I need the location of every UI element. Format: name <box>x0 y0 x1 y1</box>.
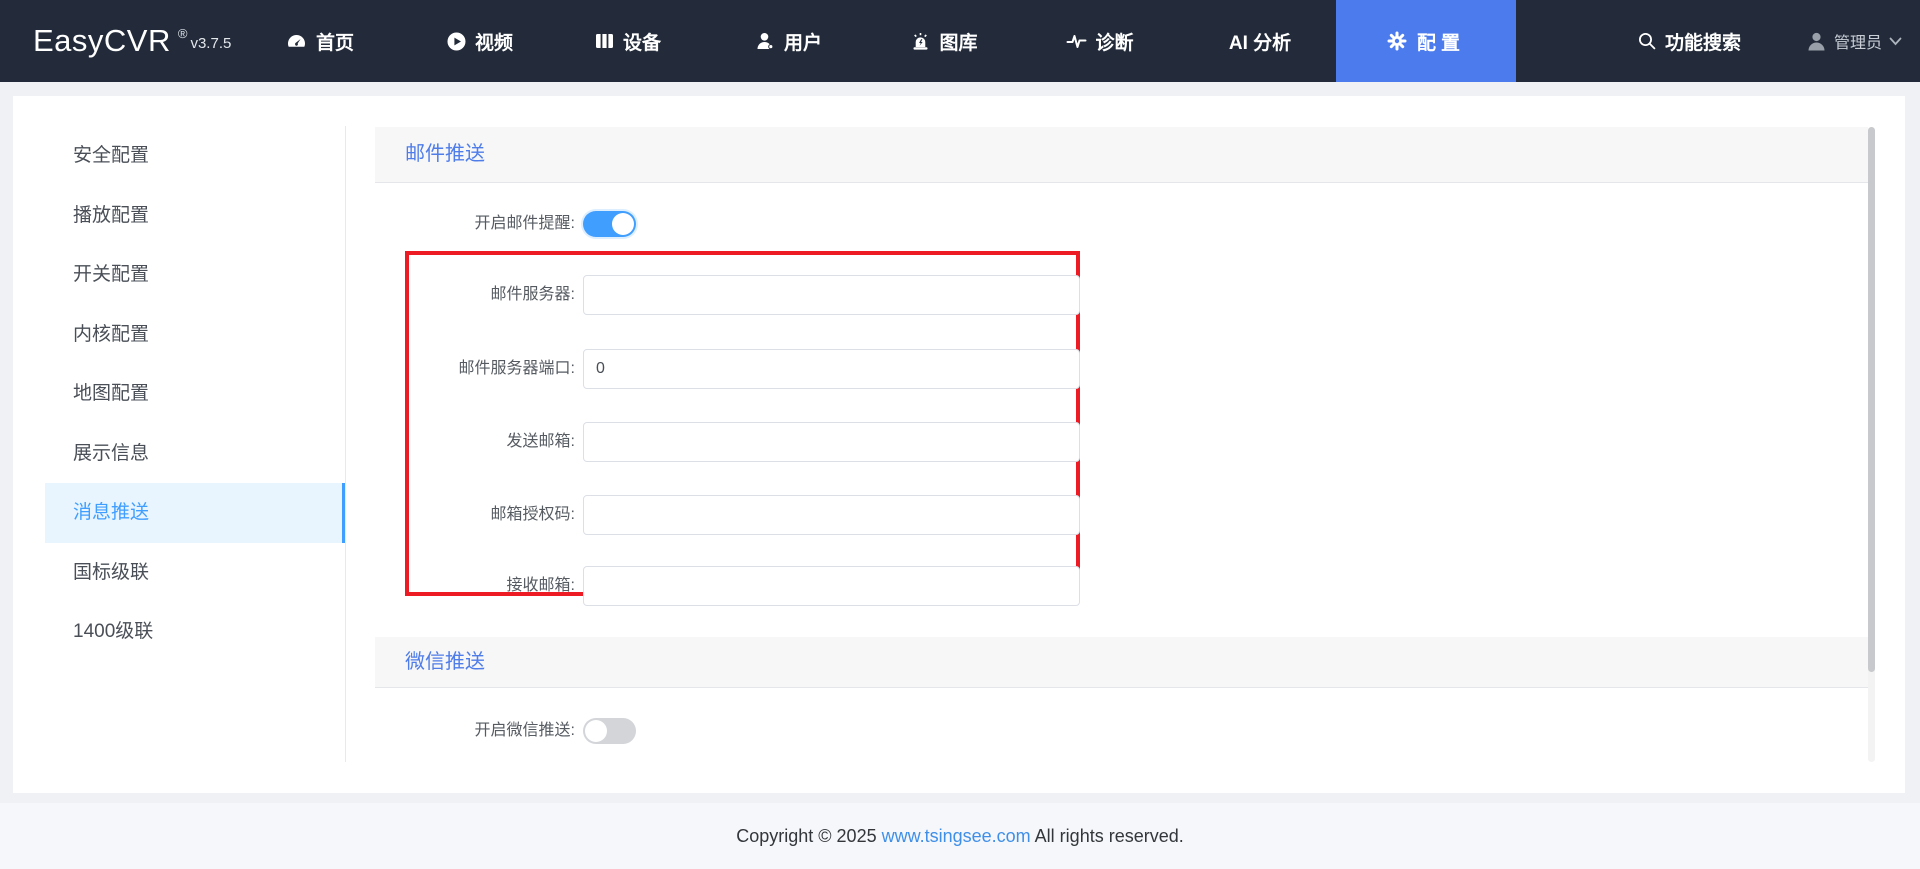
nav-item-diagnosis[interactable]: 诊断 <box>1066 0 1134 82</box>
content-scrollbar-thumb[interactable] <box>1868 127 1875 672</box>
nav-item-device[interactable]: 设备 <box>595 0 661 82</box>
content-scrollbar-track <box>1868 127 1875 762</box>
footer-copyright-post: All rights reserved. <box>1030 826 1184 846</box>
sidebar-item-map[interactable]: 地图配置 <box>45 364 346 424</box>
receive-mail-label: 接收邮箱: <box>506 577 575 594</box>
play-icon <box>447 32 466 50</box>
app-logo-text: EasyCVR <box>33 23 171 58</box>
sidebar-divider <box>345 126 346 762</box>
nav-item-gallery[interactable]: 图库 <box>910 0 978 82</box>
device-icon <box>595 34 613 48</box>
sidebar-item-gb-cascade[interactable]: 国标级联 <box>45 543 346 603</box>
app-logo: EasyCVR ® v3.7.5 <box>33 0 231 82</box>
wechat-push-toggle[interactable] <box>583 718 636 744</box>
section-title-text: 邮件推送 <box>405 143 485 165</box>
sidebar-item-message-push-active[interactable]: 消息推送 <box>45 483 346 543</box>
top-navbar: EasyCVR ® v3.7.5 首页 视频 设备 用户 图库 诊断 AI 分析… <box>0 0 1920 82</box>
send-mail-label: 发送邮箱: <box>506 433 575 450</box>
function-search[interactable]: 功能搜索 <box>1638 0 1741 82</box>
nav-item-label: 用户 <box>783 32 823 54</box>
gear-icon <box>1387 31 1407 51</box>
mail-authcode-input[interactable] <box>583 495 1080 535</box>
main-panel: 安全配置 播放配置 开关配置 内核配置 地图配置 展示信息 消息推送 国标级联 … <box>13 96 1905 793</box>
sidebar-item-security[interactable]: 安全配置 <box>45 126 346 186</box>
siren-icon <box>913 32 928 50</box>
search-icon <box>1639 33 1656 50</box>
wechat-toggle-label: 开启微信推送: <box>474 722 575 739</box>
nav-item-home[interactable]: 首页 <box>286 0 354 82</box>
toggle-knob <box>585 720 607 742</box>
nav-item-label: 诊断 <box>1095 32 1134 54</box>
chevron-down-icon <box>1889 37 1902 45</box>
mail-port-input[interactable] <box>583 349 1080 389</box>
section-title-text: 微信推送 <box>405 651 485 673</box>
nav-item-label: 首页 <box>315 32 355 54</box>
mail-port-label: 邮件服务器端口: <box>458 360 575 377</box>
send-mail-input[interactable] <box>583 422 1080 462</box>
user-icon <box>757 32 774 49</box>
gauge-icon <box>287 35 305 47</box>
toggle-knob <box>612 213 634 235</box>
nav-item-label: AI 分析 <box>1228 32 1292 54</box>
nav-item-user[interactable]: 用户 <box>756 0 822 82</box>
search-label: 功能搜索 <box>1665 32 1742 54</box>
nav-item-label: 配置 <box>1416 32 1465 54</box>
section-title-email-push: 邮件推送 <box>375 127 1868 183</box>
sidebar-item-1400-cascade[interactable]: 1400级联 <box>45 602 346 662</box>
sidebar-item-kernel[interactable]: 内核配置 <box>45 305 346 365</box>
footer-copyright: Copyright © 2025 www.tsingsee.com All ri… <box>0 826 1920 847</box>
user-menu[interactable]: 管理员 <box>1806 0 1902 82</box>
footer-copyright-pre: Copyright © 2025 <box>736 826 882 846</box>
nav-item-label: 视频 <box>474 32 514 54</box>
app-version: v3.7.5 <box>190 34 232 52</box>
user-label: 管理员 <box>1834 35 1883 52</box>
nav-item-ai-analysis[interactable]: AI 分析 <box>1229 0 1291 82</box>
nav-item-config-active[interactable]: 配置 <box>1336 0 1516 82</box>
footer-link[interactable]: www.tsingsee.com <box>882 826 1031 846</box>
mail-server-label: 邮件服务器: <box>490 286 575 303</box>
mail-authcode-label: 邮箱授权码: <box>490 506 575 523</box>
nav-item-label: 设备 <box>622 32 662 54</box>
sidebar-item-display[interactable]: 展示信息 <box>45 424 346 484</box>
mail-server-input[interactable] <box>583 275 1080 315</box>
receive-mail-input[interactable] <box>583 566 1080 606</box>
sidebar-item-switch[interactable]: 开关配置 <box>45 245 346 305</box>
pulse-icon <box>1066 35 1087 48</box>
nav-item-video[interactable]: 视频 <box>447 0 513 82</box>
sidebar-item-playback[interactable]: 播放配置 <box>45 186 346 246</box>
email-toggle-label: 开启邮件提醒: <box>474 215 575 232</box>
nav-item-label: 图库 <box>939 32 978 54</box>
email-alert-toggle[interactable] <box>583 211 636 237</box>
section-title-wechat-push: 微信推送 <box>375 637 1868 688</box>
registered-mark: ® <box>177 25 188 41</box>
avatar-icon <box>1808 32 1825 50</box>
